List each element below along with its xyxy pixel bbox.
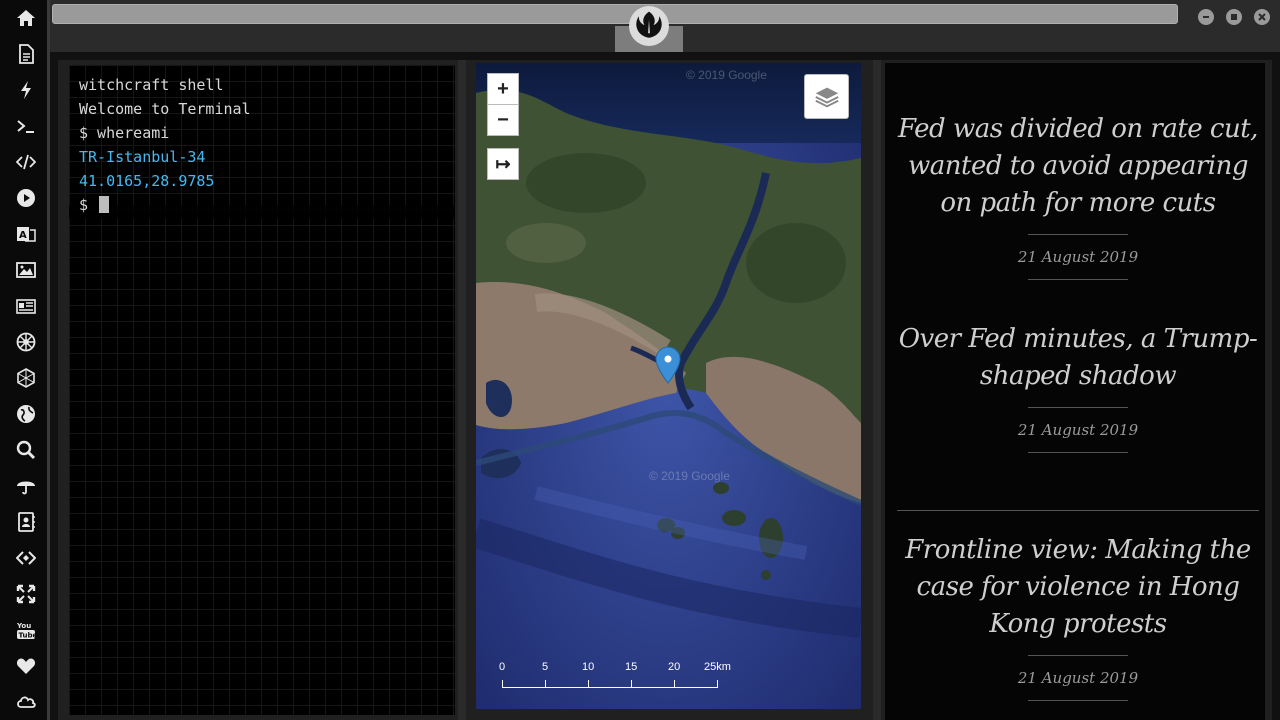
news-article[interactable]: Fed was divided on rate cut, wanted to a… [897,111,1259,280]
map-watermark: © 2019 Google [686,68,767,82]
umbrella-icon[interactable] [12,472,40,500]
scale-label: 15 [625,661,638,673]
terminal-prompt-line[interactable]: $ [79,193,251,217]
close-icon[interactable] [1254,9,1270,25]
terminal-output-line: 41.0165,28.9785 [79,172,215,190]
cloud-icon[interactable] [12,688,40,716]
svg-text:You: You [16,622,31,630]
address-bar[interactable] [52,4,1178,24]
translate-icon[interactable]: A [12,220,40,248]
svg-text:Tube: Tube [19,632,37,640]
home-icon[interactable] [12,4,40,32]
scale-label: 5 [542,661,549,673]
rebel-alliance-icon [629,6,669,46]
terminal-line: $ whereami [79,124,170,142]
app-dock: A You Tube [0,0,50,720]
article-title[interactable]: Frontline view: Making the case for viol… [897,532,1259,643]
terminal-icon[interactable] [12,112,40,140]
scale-bar [502,680,718,688]
scale-label: 0 [499,661,506,673]
terminal-prompt: $ [79,196,98,214]
panel-separator [458,60,466,720]
hexagon-icon[interactable] [12,364,40,392]
article-divider [1028,234,1128,235]
locate-button[interactable]: ↦ [487,148,519,180]
zoom-in-button[interactable]: + [487,73,519,105]
zoom-out-button[interactable]: − [487,104,519,136]
article-divider [1028,279,1128,280]
scale-label: 25km [704,661,731,673]
terminal-panel[interactable]: witchcraft shell Welcome to Terminal $ w… [69,65,455,715]
article-divider [1028,655,1128,656]
section-divider [897,510,1259,511]
news-article[interactable]: Over Fed minutes, a Trump-shaped shadow … [897,321,1259,453]
scale-label: 20 [668,661,681,673]
article-title[interactable]: Over Fed minutes, a Trump-shaped shadow [897,321,1259,395]
article-date: 21 August 2019 [1017,248,1139,266]
terminal-line: Welcome to Terminal [79,100,251,118]
terminal-cursor [99,196,110,213]
news-article[interactable]: Frontline view: Making the case for viol… [897,532,1259,701]
code-icon[interactable] [12,148,40,176]
title-bar [50,0,1280,52]
svg-text:A: A [19,230,27,241]
contacts-icon[interactable] [12,508,40,536]
article-divider [1028,452,1128,453]
terminal-line: witchcraft shell [79,76,224,94]
article-date: 21 August 2019 [1017,669,1139,687]
maximize-icon[interactable] [1226,9,1242,25]
news-panel: Fed was divided on rate cut, wanted to a… [885,63,1265,720]
play-icon[interactable] [12,184,40,212]
satellite-imagery [476,63,861,709]
scale-label: 10 [582,661,595,673]
map-view[interactable]: © 2019 Google © 2019 Google + − ↦ 0 5 10… [476,63,861,709]
document-icon[interactable] [12,40,40,68]
newspaper-icon[interactable] [12,292,40,320]
youtube-icon[interactable]: You Tube [12,616,40,644]
layers-icon [814,87,839,107]
heart-icon[interactable] [12,652,40,680]
panel-separator [873,60,881,720]
article-divider [1028,700,1128,701]
article-date: 21 August 2019 [1017,421,1139,439]
empire-icon[interactable] [12,328,40,356]
map-watermark: © 2019 Google [649,469,730,483]
article-title[interactable]: Fed was divided on rate cut, wanted to a… [897,111,1259,222]
minimize-icon[interactable] [1198,9,1214,25]
lightning-icon[interactable] [12,76,40,104]
terminal-output-line: TR-Istanbul-34 [79,148,206,166]
article-divider [1028,407,1128,408]
diamond-code-icon[interactable] [12,544,40,572]
scale-labels: 0 5 10 15 20 25km [498,661,738,675]
terminal-output: witchcraft shell Welcome to Terminal $ w… [79,73,251,217]
fullscreen-icon[interactable] [12,580,40,608]
search-icon[interactable] [12,436,40,464]
globe-icon[interactable] [12,400,40,428]
image-icon[interactable] [12,256,40,284]
layers-button[interactable] [804,74,849,119]
